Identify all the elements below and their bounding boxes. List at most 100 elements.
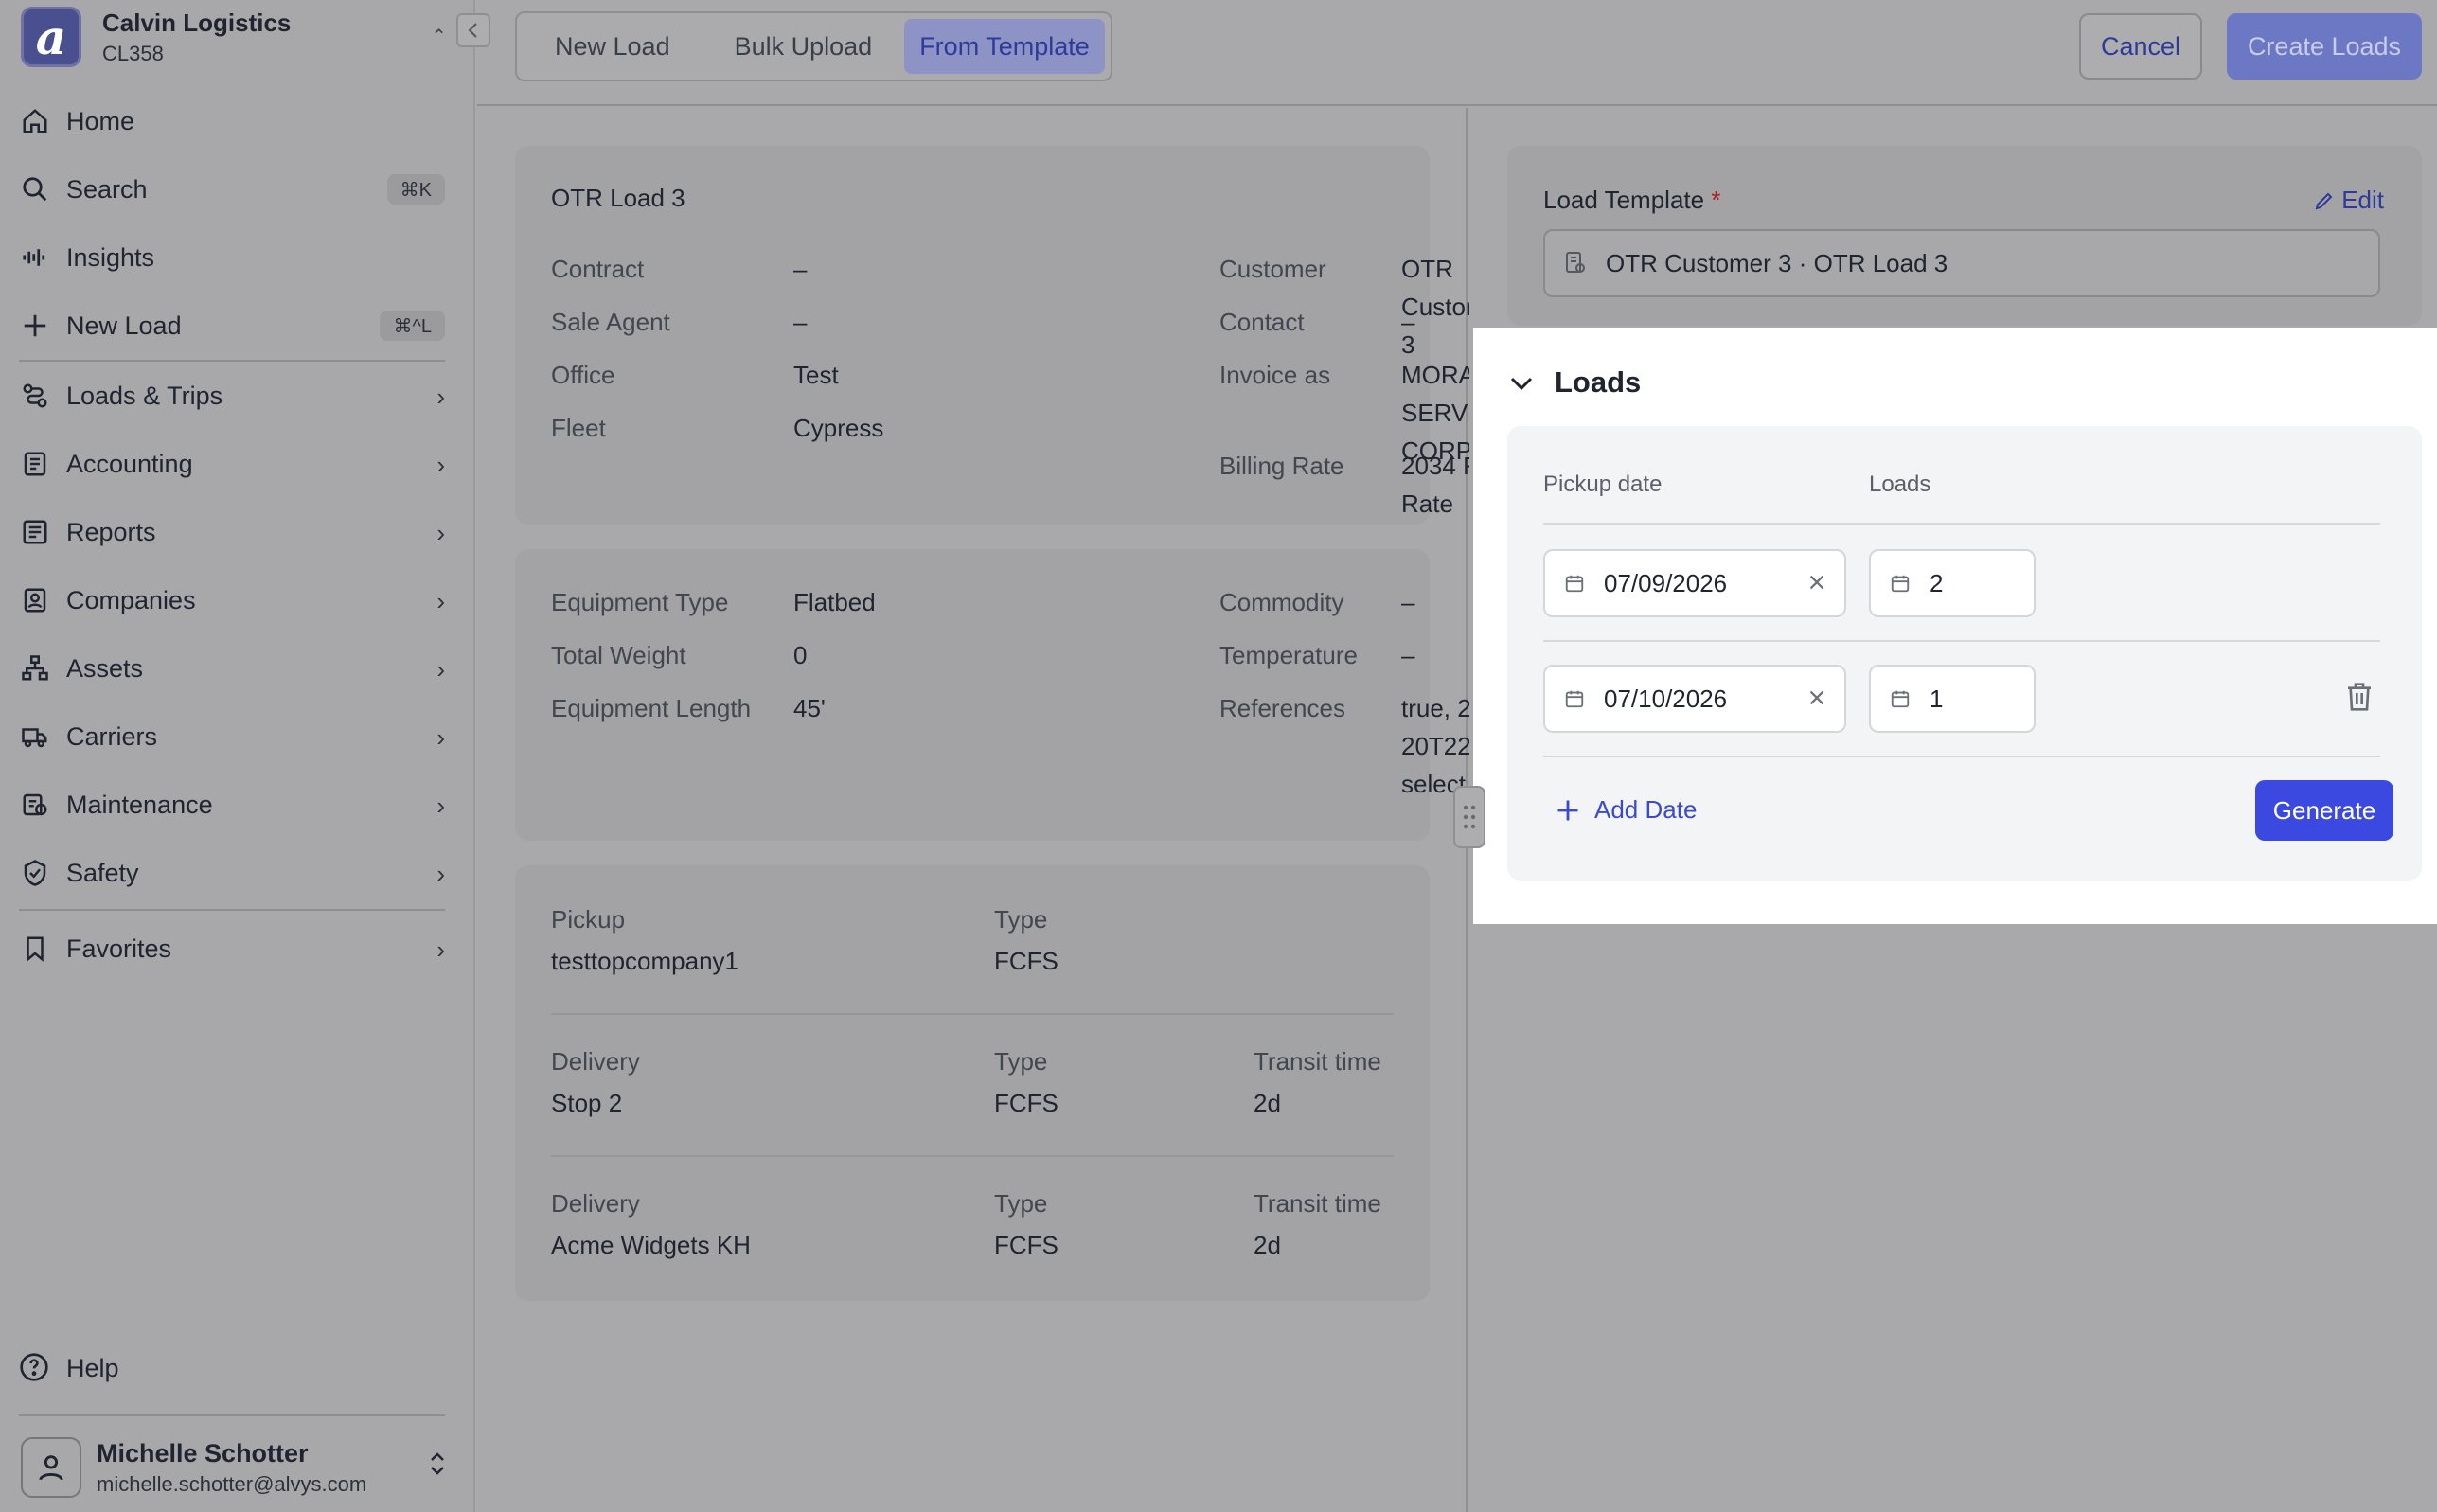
delete-row-icon[interactable] xyxy=(2344,680,2378,718)
chevron-updown-icon xyxy=(428,1450,447,1483)
accounting-icon xyxy=(19,448,51,480)
loads-title: Loads xyxy=(1555,365,1642,399)
help-icon xyxy=(19,1352,51,1384)
pickup-date-input[interactable]: 07/10/2026 xyxy=(1543,665,1846,733)
edit-template-link[interactable]: Edit xyxy=(2313,186,2384,215)
chevron-right-icon: › xyxy=(436,723,445,752)
sale-agent-label: Sale Agent xyxy=(551,308,670,336)
cancel-button[interactable]: Cancel xyxy=(2079,13,2202,80)
tab-from-template[interactable]: From Template xyxy=(904,19,1105,74)
tab-new-load[interactable]: New Load xyxy=(523,19,703,74)
nav-search[interactable]: Search ⌘K xyxy=(19,155,445,223)
add-date-button[interactable]: Add Date xyxy=(1555,795,1697,825)
pickup-date-header: Pickup date xyxy=(1543,471,1663,497)
loads-count-header: Loads xyxy=(1869,471,1931,497)
org-name: Calvin Logistics xyxy=(102,8,292,37)
nav-maintenance[interactable]: Maintenance › xyxy=(19,771,445,839)
load-template-label: Load Template * xyxy=(1543,186,1720,215)
total-weight-label: Total Weight xyxy=(551,641,686,669)
route-icon xyxy=(19,380,51,412)
user-menu[interactable]: Michelle Schotter michelle.schotter@alvy… xyxy=(21,1432,447,1503)
commodity-labels: Commodity Temperature References xyxy=(1219,583,1358,742)
row-divider xyxy=(1543,640,2380,642)
temperature-label: Temperature xyxy=(1219,641,1358,669)
nav-assets-label: Assets xyxy=(66,653,144,683)
nav-favorites[interactable]: Favorites › xyxy=(19,911,445,987)
left-values: – – Test Cypress xyxy=(793,250,883,462)
chevron-right-icon: › xyxy=(436,655,445,684)
nav-favorites-label: Favorites xyxy=(66,934,172,963)
equipment-type-value: Flatbed xyxy=(793,588,876,616)
nav-carriers[interactable]: Carriers › xyxy=(19,703,445,771)
home-icon xyxy=(19,105,51,137)
stop-type: FCFS xyxy=(994,1231,1058,1259)
nav-insights[interactable]: Insights xyxy=(19,223,445,292)
equipment-card: Equipment Type Total Weight Equipment Le… xyxy=(515,549,1610,841)
create-loads-button[interactable]: Create Loads xyxy=(2227,13,2422,80)
office-label: Office xyxy=(551,361,615,389)
stop-type: FCFS xyxy=(994,947,1058,975)
nav-accounting-label: Accounting xyxy=(66,449,193,478)
collapse-sidebar-button[interactable] xyxy=(456,13,490,47)
help-link[interactable]: Help xyxy=(19,1344,119,1392)
new-load-shortcut-badge: ⌘^L xyxy=(380,311,445,341)
chevron-right-icon: › xyxy=(436,935,445,964)
nav-reports[interactable]: Reports › xyxy=(19,498,445,566)
required-mark: * xyxy=(1711,186,1721,214)
clear-date-icon[interactable] xyxy=(1806,570,1827,599)
stop-row: Delivery Acme Widgets KH Type FCFS Trans… xyxy=(551,1189,1394,1331)
creation-mode-tabs: New Load Bulk Upload From Template xyxy=(515,11,1112,81)
generate-button[interactable]: Generate xyxy=(2255,780,2393,841)
equipment-type-label: Equipment Type xyxy=(551,588,729,616)
nav-accounting[interactable]: Accounting › xyxy=(19,430,445,498)
left-labels: Contract Sale Agent Office Fleet xyxy=(551,250,670,462)
nav-new-load-label: New Load xyxy=(66,311,182,340)
loads-count-input[interactable]: 1 xyxy=(1869,665,2036,733)
stop-row: Pickup testtopcompany1 Type FCFS xyxy=(551,905,1394,1047)
edit-label: Edit xyxy=(2341,186,2384,214)
load-template-select[interactable]: OTR Customer 3 · OTR Load 3 xyxy=(1543,229,2380,297)
chevron-right-icon: › xyxy=(436,519,445,547)
plus-icon xyxy=(1555,797,1581,824)
nav-loads-trips-label: Loads & Trips xyxy=(66,381,223,410)
tab-bulk-upload[interactable]: Bulk Upload xyxy=(703,19,905,74)
pickup-date-input[interactable]: 07/09/2026 xyxy=(1543,549,1846,617)
loads-section-toggle[interactable]: Loads xyxy=(1509,365,1641,400)
header-divider xyxy=(1543,523,2380,525)
loads-count-value: 1 xyxy=(1930,684,1944,713)
load-template-label-text: Load Template xyxy=(1543,186,1705,214)
load-title: OTR Load 3 xyxy=(551,184,685,212)
load-template-value: OTR Customer 3 · OTR Load 3 xyxy=(1606,248,1948,277)
stop-type-label: Type xyxy=(994,1047,1048,1076)
search-shortcut-badge: ⌘K xyxy=(386,174,445,205)
contract-label: Contract xyxy=(551,255,645,283)
assets-icon xyxy=(19,652,51,685)
chevron-updown-icon: ⌃ xyxy=(431,27,447,47)
nav-new-load[interactable]: New Load ⌘^L xyxy=(19,292,445,360)
reports-icon xyxy=(19,516,51,548)
nav-home[interactable]: Home xyxy=(19,87,445,155)
commodity-label: Commodity xyxy=(1219,588,1344,616)
nav-companies[interactable]: Companies › xyxy=(19,566,445,634)
sale-agent-value: – xyxy=(793,308,808,336)
equipment-length-value: 45' xyxy=(793,694,826,722)
stop-divider xyxy=(551,1155,1394,1157)
loads-count-input[interactable]: 2 xyxy=(1869,549,2036,617)
stop-name: Acme Widgets KH xyxy=(551,1231,751,1259)
plus-icon xyxy=(19,310,51,342)
load-summary-card: OTR Load 3 Contract Sale Agent Office Fl… xyxy=(515,146,1509,525)
nav-safety[interactable]: Safety › xyxy=(19,839,445,907)
nav-search-label: Search xyxy=(66,174,148,204)
search-icon xyxy=(19,173,51,205)
nav-loads-trips[interactable]: Loads & Trips › xyxy=(19,362,445,430)
org-code: CL358 xyxy=(102,41,164,65)
org-switcher[interactable]: a Calvin Logistics CL358 ⌃ xyxy=(21,6,447,68)
clear-date-icon[interactable] xyxy=(1806,685,1827,715)
stop-type-label: Type xyxy=(994,905,1048,934)
pane-resize-handle[interactable] xyxy=(1453,786,1485,848)
template-details-pane: OTR Load 3 Contract Sale Agent Office Fl… xyxy=(477,108,1610,1512)
shield-icon xyxy=(19,857,51,889)
box-icon xyxy=(1890,688,1911,709)
nav-assets[interactable]: Assets › xyxy=(19,634,445,703)
loads-count-value: 2 xyxy=(1930,568,1944,597)
